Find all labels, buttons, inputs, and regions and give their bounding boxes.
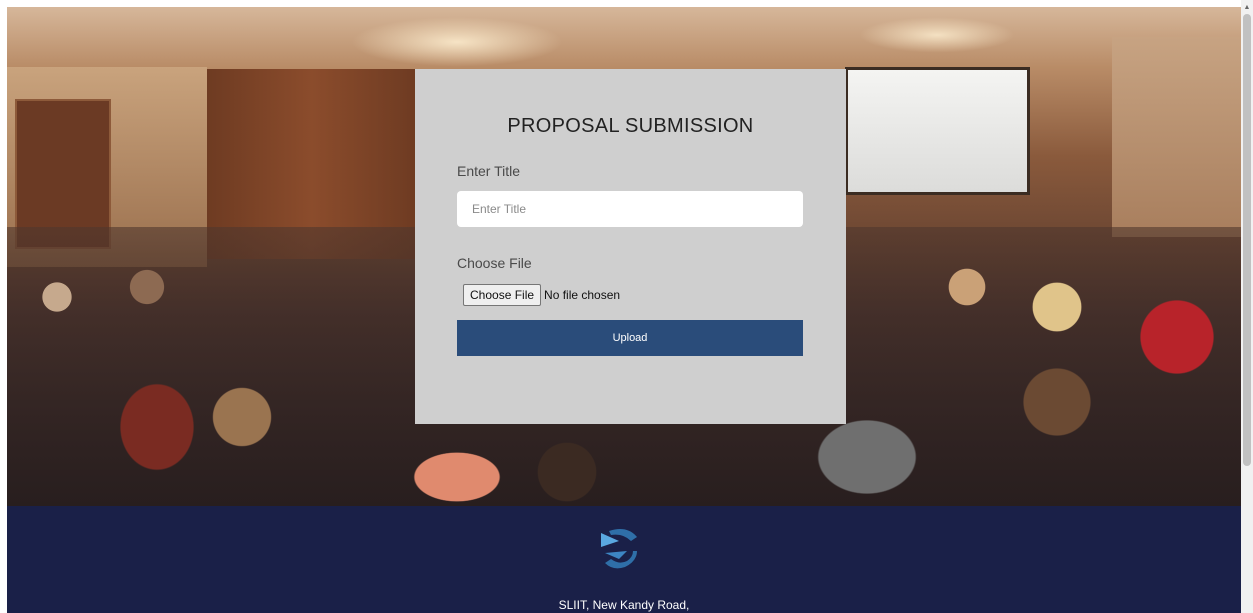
file-label: Choose File xyxy=(457,255,532,271)
form-title: PROPOSAL SUBMISSION xyxy=(507,115,754,137)
hero-projector-screen xyxy=(845,67,1030,195)
sliit-logo-icon xyxy=(601,529,637,569)
title-label: Enter Title xyxy=(457,163,521,179)
top-margin xyxy=(0,0,1241,7)
footer: SLIIT, New Kandy Road, xyxy=(7,506,1241,613)
file-status-text: No file chosen xyxy=(544,288,621,302)
scrollbar-thumb[interactable] xyxy=(1243,14,1251,466)
title-input[interactable] xyxy=(457,191,803,227)
choose-file-button[interactable]: Choose File xyxy=(463,284,542,306)
upload-button[interactable]: Upload xyxy=(457,320,803,356)
footer-address: SLIIT, New Kandy Road, xyxy=(558,598,690,612)
hero-wall-right xyxy=(1112,37,1241,237)
vertical-scrollbar[interactable]: ▲ xyxy=(1241,0,1253,613)
page: PROPOSAL SUBMISSION Enter Title Choose F… xyxy=(0,0,1253,613)
left-margin xyxy=(0,0,7,613)
proposal-form-card: PROPOSAL SUBMISSION Enter Title Choose F… xyxy=(415,69,846,424)
proposal-form: PROPOSAL SUBMISSION Enter Title Choose F… xyxy=(415,69,846,424)
file-input[interactable]: Choose File No file chosen xyxy=(463,284,620,306)
scroll-up-arrow-icon[interactable]: ▲ xyxy=(1241,2,1253,14)
